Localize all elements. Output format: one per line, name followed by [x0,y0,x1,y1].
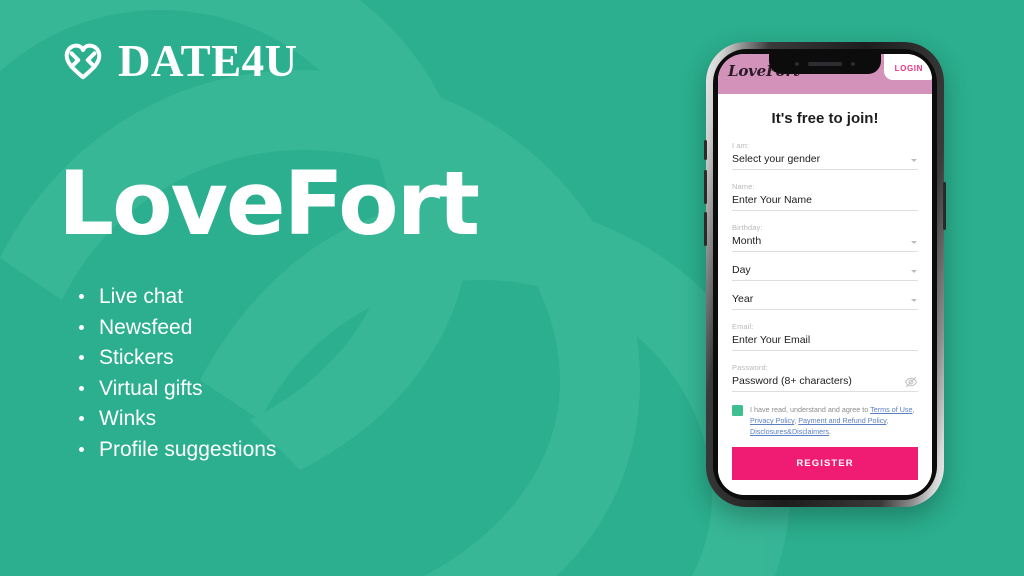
chevron-down-icon[interactable] [911,159,917,162]
earpiece-speaker-icon [808,62,842,66]
email-value: Enter Your Email [732,334,811,346]
birthday-label: Birthday: [732,223,763,232]
chevron-down-icon[interactable] [911,270,917,273]
payment-refund-policy-link[interactable]: Payment and Refund Policy [798,416,886,425]
password-label: Password: [732,363,768,372]
birthday-month-field[interactable]: Birthday: Month [732,223,918,252]
signup-form: It's free to join! I am: Select your gen… [718,110,932,481]
consent-row[interactable]: I have read, understand and agree to Ter… [732,404,918,437]
sensor-dot-icon [795,62,799,66]
login-button[interactable]: LOGIN [883,54,932,80]
list-item: Profile suggestions [75,439,276,460]
name-field[interactable]: Name: Enter Your Name [732,182,918,211]
terms-of-use-link[interactable]: Terms of Use [870,405,912,414]
gender-value: Select your gender [732,153,821,165]
consent-checkbox[interactable] [732,405,743,416]
gender-label: I am: [732,141,750,150]
disclosures-disclaimers-link[interactable]: Disclosures&Disclaimers [750,427,829,436]
email-label: Email: [732,322,754,331]
list-item: Virtual gifts [75,378,276,399]
email-field[interactable]: Email: Enter Your Email [732,322,918,351]
gender-field[interactable]: I am: Select your gender [732,141,918,170]
phone-mockup: LoveFort LOGIN It's free to join! I am: … [704,42,946,507]
chevron-down-icon[interactable] [911,241,917,244]
birthday-day-value: Day [732,264,751,276]
phone-mute-switch [704,140,707,160]
phone-power-button [943,182,946,230]
password-field[interactable]: Password: Password (8+ characters) [732,363,918,392]
phone-screen: LoveFort LOGIN It's free to join! I am: … [718,54,932,495]
birthday-year-value: Year [732,293,754,305]
consent-intro: I have read, understand and agree to [750,405,871,414]
interlocking-heart-icon [64,43,102,80]
phone-volume-down-button [704,212,707,246]
register-button[interactable]: REGISTER [732,447,918,481]
phone-notch [769,54,881,74]
chevron-down-icon[interactable] [911,299,917,302]
front-camera-icon [851,62,855,66]
phone-volume-up-button [704,170,707,204]
birthday-year-field[interactable]: Year [732,293,918,310]
brand-lockup: DATE4U [60,38,298,84]
feature-list: Live chat Newsfeed Stickers Virtual gift… [75,286,276,469]
hero-content: DATE4U LoveFort Live chat Newsfeed Stick… [0,0,660,576]
list-item: Stickers [75,347,276,368]
list-item: Newsfeed [75,317,276,338]
list-item: Live chat [75,286,276,307]
privacy-policy-link[interactable]: Privacy Policy [750,416,794,425]
brand-name: DATE4U [118,35,298,86]
eye-slash-icon[interactable] [904,375,918,389]
birthday-day-field[interactable]: Day [732,264,918,281]
form-title: It's free to join! [771,110,879,127]
password-value: Password (8+ characters) [732,375,852,387]
consent-text: I have read, understand and agree to Ter… [750,405,915,437]
page-title: LoveFort [58,152,480,255]
list-item: Winks [75,408,276,429]
name-label: Name: [732,182,755,191]
name-value: Enter Your Name [732,194,812,206]
birthday-month-value: Month [732,235,762,247]
